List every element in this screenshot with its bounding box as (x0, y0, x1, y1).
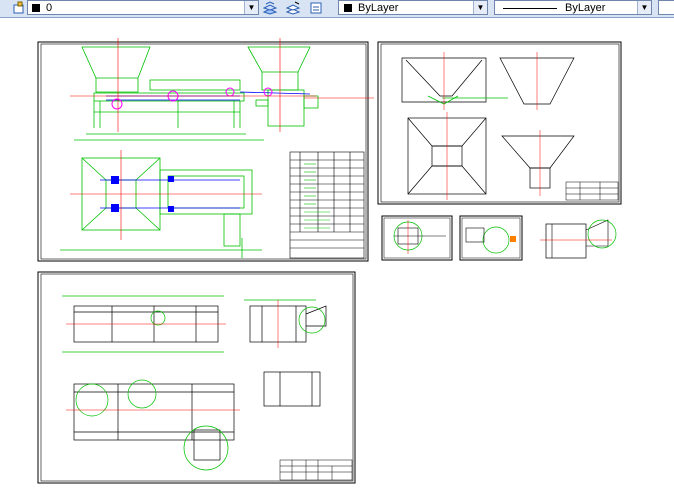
rollers (111, 87, 273, 110)
sheet-detail-b (459, 215, 523, 261)
layer-color-swatch (32, 4, 40, 12)
chevron-down-icon[interactable]: ▼ (473, 1, 487, 14)
make-object-layer-icon[interactable] (308, 1, 324, 15)
properties-toolbar: 0 ▼ ByLayer ▼ ByLayer ▼ (0, 0, 674, 18)
conveyor-frame (74, 79, 319, 141)
linetype-combo[interactable]: ByLayer ▼ (494, 0, 652, 15)
sheet-hopper (377, 41, 622, 205)
chevron-down-icon[interactable]: ▼ (637, 1, 651, 14)
sheet-frame (37, 271, 356, 484)
color-combo[interactable]: ByLayer ▼ (338, 0, 488, 15)
linetype-preview (503, 8, 557, 9)
plan-centerline (70, 150, 262, 240)
parts-list-table (289, 151, 365, 259)
detail-bracket (540, 219, 617, 259)
hopper-left (81, 46, 151, 93)
centerlines (70, 38, 374, 132)
lineweight-combo[interactable] (658, 0, 674, 15)
frame-title-block (279, 459, 353, 481)
color-swatch (344, 4, 352, 12)
hopper-title-block (565, 181, 619, 201)
layer-states-icon[interactable] (285, 1, 301, 15)
sheet-assembly (37, 38, 374, 262)
sheet-detail-a (381, 215, 453, 261)
drawing-canvas[interactable] (0, 18, 674, 493)
layer-previous-icon[interactable] (262, 1, 278, 15)
hopper-right (247, 46, 311, 91)
linetype-combo-value: ByLayer (565, 2, 606, 14)
parts-list-text (304, 163, 330, 229)
layer-icon[interactable] (12, 1, 28, 15)
chevron-down-icon[interactable]: ▼ (244, 1, 258, 14)
color-combo-value: ByLayer (358, 2, 399, 14)
layer-combo-value: 0 (46, 2, 53, 14)
layer-combo[interactable]: 0 ▼ (27, 0, 259, 15)
